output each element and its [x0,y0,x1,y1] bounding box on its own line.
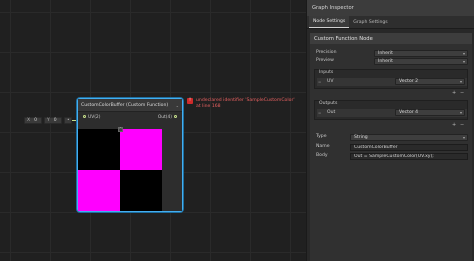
chevron-down-icon: ▾ [462,59,465,64]
name-field[interactable]: CustomColorBuffer [350,144,468,151]
body-label: Body [316,153,328,158]
inspector-title: Graph Inspector [307,0,474,16]
y-value: 0 [53,118,57,123]
preview-value: Inherit [378,59,393,64]
preview-cell [120,170,162,211]
port-pin-icon [174,114,177,118]
y-label: Y [47,118,50,123]
precision-label: Precision [316,50,337,55]
chevron-down-icon: ▾ [462,51,465,56]
x-value: 0 [34,118,37,123]
type-label: Type [316,134,327,139]
precision-value: Inherit [378,51,393,56]
error-text: undeclared identifier 'SampleCustomColor… [196,98,295,110]
input-name: UV [327,79,334,84]
port-pin-icon [83,114,86,118]
remove-input-button[interactable]: − [460,90,464,96]
node-preview [78,129,162,211]
preview-cell [78,129,120,170]
graph-inspector: Graph Inspector Node Settings Graph Sett… [306,0,474,261]
tab-graph-settings[interactable]: Graph Settings [349,17,391,28]
output-port-out[interactable]: Out(4) [157,114,179,120]
outputs-list: Outputs = Out Vector 4 ▾ [314,100,468,120]
type-value: String [354,135,368,140]
precision-dropdown[interactable]: Inherit ▾ [374,50,468,57]
x-label: X [27,118,31,123]
drag-handle-icon[interactable]: = [318,78,321,86]
body-field[interactable]: Out = SampleCustomColor(UV.xy); [350,153,468,160]
error-icon: ! [187,98,193,104]
input-type-value: Vector 2 [399,79,419,84]
add-input-button[interactable]: + [452,90,456,96]
uv-x-input[interactable]: X0 [24,117,42,124]
tab-node-settings[interactable]: Node Settings [309,16,350,28]
section-title: Custom Function Node [310,33,472,44]
output-type-dropdown[interactable]: Vector 4 ▾ [395,109,465,116]
inspector-body: Custom Function Node Precision Inherit ▾… [310,33,472,261]
output-name: Out [327,110,336,115]
output-port-label: Out(4) [157,114,172,120]
chevron-down-icon[interactable]: ⌄ [176,103,179,108]
preview-cell [120,129,162,170]
chevron-down-icon: ▾ [459,110,462,115]
type-dropdown[interactable]: String ▾ [350,134,468,141]
preview-label: Preview [316,58,334,63]
drag-handle-icon[interactable]: = [318,109,321,117]
input-port-uv[interactable]: UV(2) [81,114,101,120]
custom-function-node[interactable]: CustomColorBuffer (Custom Function) ⌄ UV… [77,98,183,212]
inputs-list: Inputs = UV Vector 2 ▾ [314,69,468,89]
node-header[interactable]: CustomColorBuffer (Custom Function) ⌄ [78,99,182,112]
preview-cell [78,170,120,211]
output-item-out[interactable]: = Out Vector 4 ▾ [317,109,467,117]
input-port-label: UV(2) [88,114,101,120]
input-item-uv[interactable]: = UV Vector 2 ▾ [317,78,467,86]
output-type-value: Vector 4 [399,110,419,115]
preview-collapse-icon[interactable]: ^ [118,127,123,132]
add-output-button[interactable]: + [452,122,456,128]
preview-dropdown[interactable]: Inherit ▾ [374,58,468,65]
input-type-dropdown[interactable]: Vector 2 ▾ [395,78,465,85]
outputs-label: Outputs [319,101,338,106]
uv-input-handle[interactable]: • [64,117,72,124]
preview-side-panel [162,129,182,211]
node-ports: UV(2) Out(4) [78,112,182,122]
uv-y-input[interactable]: Y0 [44,117,62,124]
inspector-tabs: Node Settings Graph Settings [307,16,474,29]
remove-output-button[interactable]: − [460,122,464,128]
chevron-down-icon: ▾ [462,135,465,140]
chevron-down-icon: ▾ [459,79,462,84]
node-title: CustomColorBuffer (Custom Function) [81,102,169,108]
inputs-label: Inputs [319,70,334,75]
name-label: Name [316,144,330,149]
